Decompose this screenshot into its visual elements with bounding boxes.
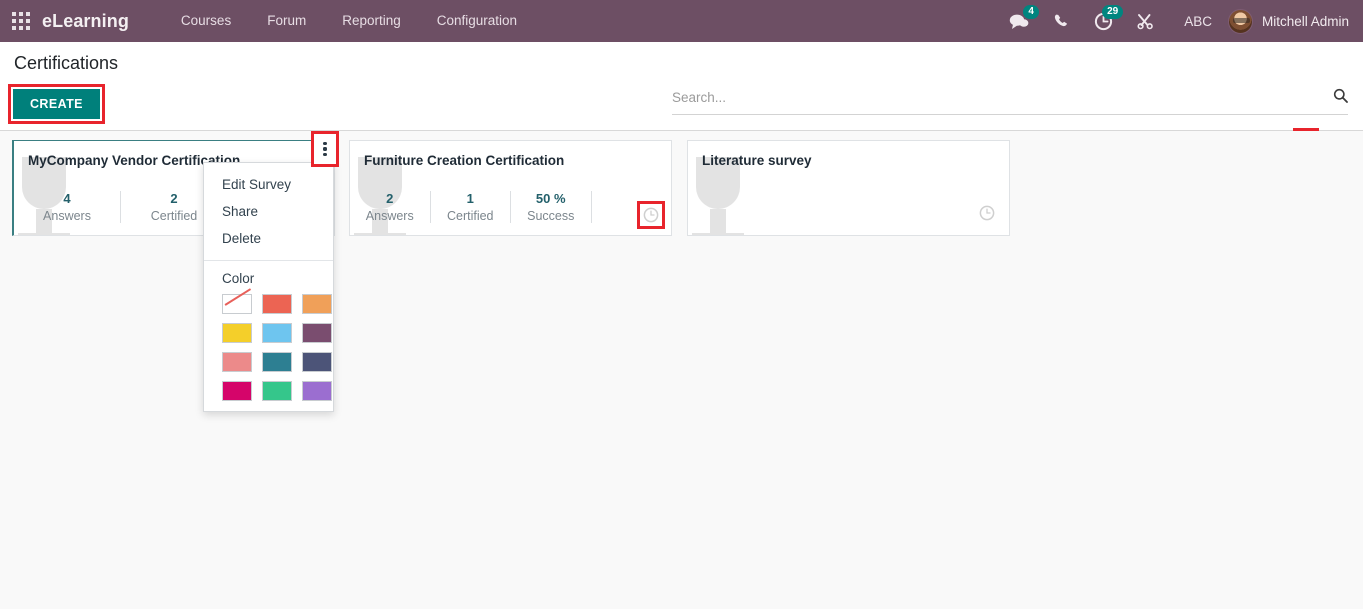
stat-answers[interactable]: 2 Answers	[350, 191, 431, 223]
color-swatch-teal[interactable]	[262, 352, 292, 372]
activity-clock-wrap	[979, 205, 995, 221]
messages-badge: 4	[1023, 5, 1040, 19]
stat-value: 1	[466, 191, 474, 206]
color-swatch-grid	[204, 294, 333, 401]
color-swatch-magenta[interactable]	[222, 381, 252, 401]
card-title: Literature survey	[702, 153, 812, 168]
kanban-card-furniture-creation-certification[interactable]: Furniture Creation Certification 2 Answe…	[349, 140, 672, 236]
color-swatch-light-blue[interactable]	[262, 323, 292, 343]
color-swatch-salmon[interactable]	[222, 352, 252, 372]
color-swatch-yellow[interactable]	[222, 323, 252, 343]
clock-icon[interactable]	[643, 207, 659, 223]
stat-certified[interactable]: 1 Certified	[431, 191, 511, 223]
card-title: Furniture Creation Certification	[364, 153, 565, 168]
activity-clock-highlight	[637, 201, 665, 229]
user-menu-label[interactable]: Mitchell Admin	[1262, 14, 1349, 29]
messages-icon[interactable]: 4	[1008, 5, 1040, 32]
systray: 4 29 ABC Mitchell Admin	[998, 0, 1363, 42]
color-swatch-purple[interactable]	[302, 323, 332, 343]
kanban-card-literature-survey[interactable]: Literature survey	[687, 140, 1010, 236]
create-button[interactable]: CREATE	[13, 89, 100, 119]
stat-label: Success	[527, 209, 575, 223]
activity-clock-icon[interactable]: 29	[1092, 5, 1124, 32]
search-input[interactable]	[672, 90, 1333, 105]
clock-icon[interactable]	[979, 205, 995, 221]
card-context-menu: Edit Survey Share Delete Color	[203, 162, 334, 412]
activity-badge: 29	[1102, 5, 1124, 19]
stat-label: Answers	[365, 209, 414, 223]
stat-label: Certified	[446, 209, 494, 223]
main-menu: Courses Forum Reporting Configuration	[163, 0, 535, 42]
phone-icon[interactable]	[1050, 10, 1072, 32]
stat-value: 4	[63, 191, 71, 206]
kebab-menu-highlight	[311, 131, 339, 167]
menu-delete[interactable]: Delete	[204, 225, 333, 252]
color-swatch-red[interactable]	[262, 294, 292, 314]
search-icon[interactable]	[1333, 88, 1348, 107]
create-button-highlight: CREATE	[8, 84, 105, 124]
color-swatch-no-color[interactable]	[222, 294, 252, 314]
menu-item-forum[interactable]: Forum	[249, 0, 324, 42]
card-stats: 2 Answers 1 Certified 50 % Success	[350, 191, 671, 223]
stat-value: 2	[386, 191, 394, 206]
apps-grid-icon[interactable]	[12, 12, 30, 30]
color-section-title: Color	[222, 271, 255, 286]
menu-share[interactable]: Share	[204, 198, 333, 225]
top-navbar: eLearning Courses Forum Reporting Config…	[0, 0, 1363, 42]
menu-item-courses[interactable]: Courses	[163, 0, 249, 42]
stat-answers[interactable]: 4 Answers	[14, 191, 121, 223]
menu-divider	[204, 260, 333, 261]
kebab-menu-icon[interactable]	[315, 135, 335, 163]
app-brand-elearning[interactable]: eLearning	[42, 11, 129, 32]
menu-item-reporting[interactable]: Reporting	[324, 0, 419, 42]
stat-label: Answers	[43, 209, 91, 223]
tools-icon[interactable]	[1134, 10, 1156, 32]
menu-item-configuration[interactable]: Configuration	[419, 0, 535, 42]
company-switcher[interactable]: ABC	[1184, 14, 1212, 29]
color-swatch-green[interactable]	[262, 381, 292, 401]
page-title: Certifications	[14, 53, 119, 73]
control-panel: Certifications CREATE ▼ Filters ≡ Group …	[0, 42, 1363, 154]
menu-edit-survey[interactable]: Edit Survey	[204, 171, 333, 198]
stat-success[interactable]: 50 % Success	[511, 191, 592, 223]
color-swatch-orange[interactable]	[302, 294, 332, 314]
color-swatch-navy[interactable]	[302, 352, 332, 372]
search-row	[672, 88, 1348, 115]
kanban-view: MyCompany Vendor Certification 4 Answers…	[0, 131, 1363, 609]
stat-value: 50 %	[535, 191, 566, 206]
avatar[interactable]	[1227, 8, 1253, 34]
color-swatch-violet[interactable]	[302, 381, 332, 401]
